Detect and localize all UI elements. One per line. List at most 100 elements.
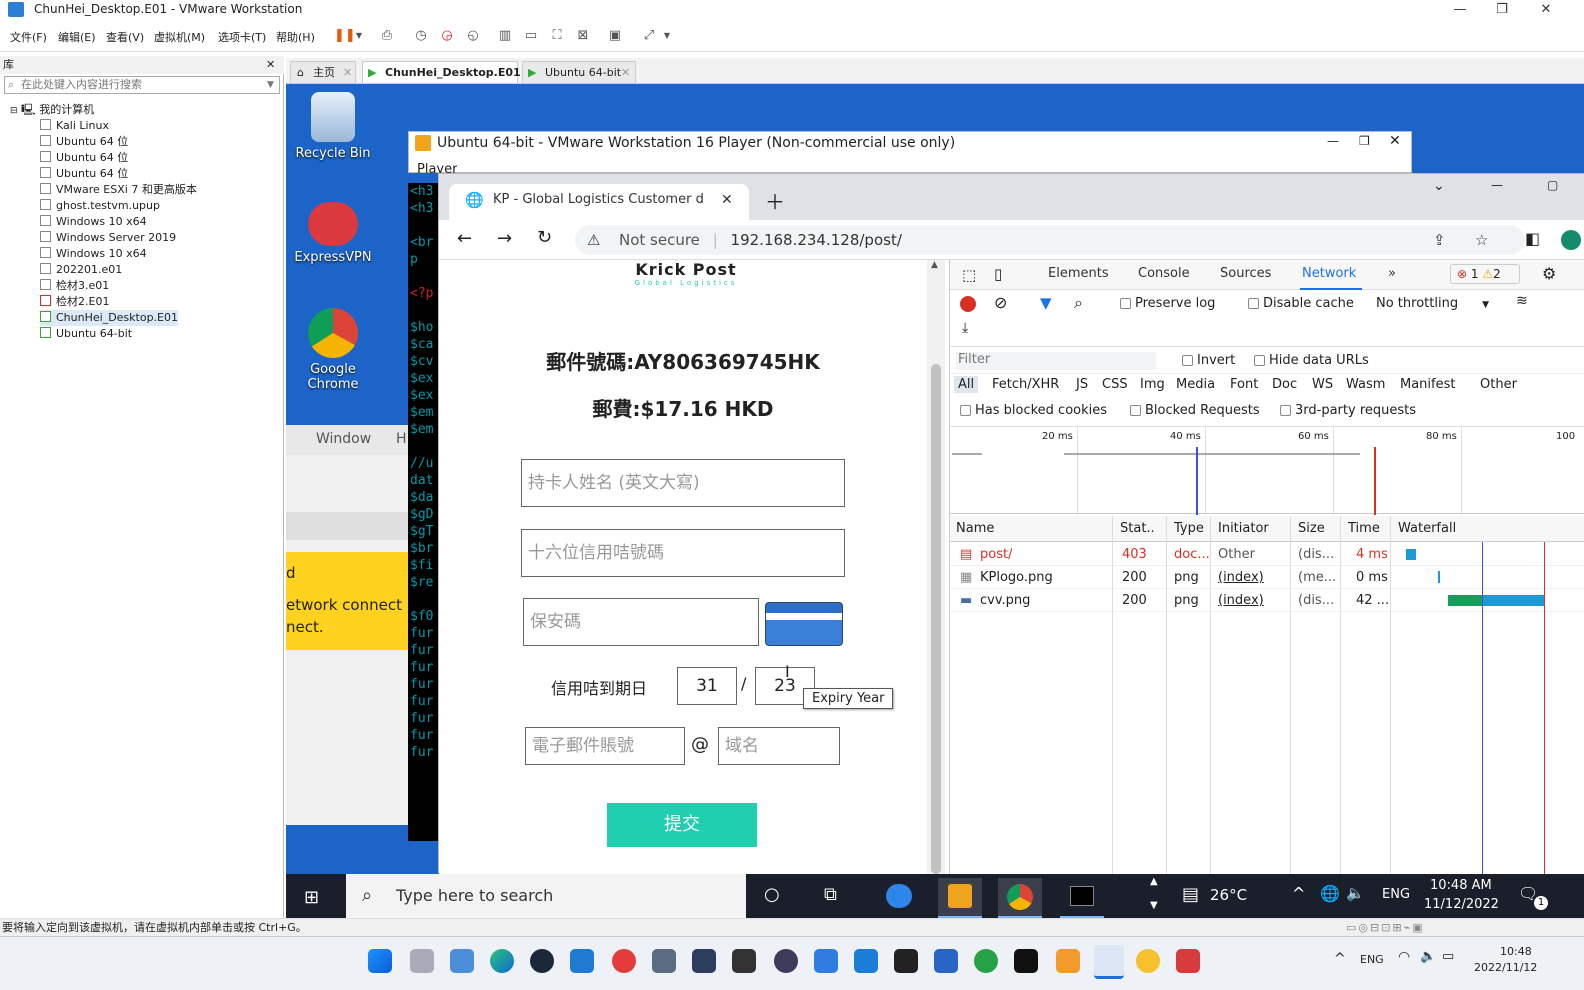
terminal-taskbar-icon[interactable] [1060,878,1104,918]
tree-item[interactable]: Ubuntu 64 位 [40,166,128,182]
powershell-icon[interactable] [692,949,716,973]
initiator-link[interactable]: (index) [1218,566,1264,589]
col-status[interactable]: Stat.. [1120,516,1155,542]
scroll-thumb[interactable] [931,364,941,874]
terminal-icon[interactable] [732,949,756,973]
tab-network[interactable]: Network [1302,266,1356,281]
close-icon[interactable]: ✕ [1526,0,1566,20]
inkscape-icon[interactable] [1014,949,1038,973]
filter-icon[interactable]: ▼ [1040,294,1052,312]
network-icon[interactable]: 🌐 [1320,884,1340,903]
desktop-icon-expressvpn[interactable]: ExpressVPN [290,202,376,265]
task-view-icon[interactable]: ⧉ [824,884,837,905]
type-filter-font[interactable]: Font [1230,377,1258,392]
taskbar-scroll-down-icon[interactable]: ▼ [1150,900,1158,911]
col-waterfall[interactable]: Waterfall [1398,516,1456,542]
more-tabs-icon[interactable]: » [1388,266,1396,281]
tree-item[interactable]: 检材3.e01 [40,278,109,294]
new-tab-icon[interactable]: ＋ [765,186,785,215]
restore-icon[interactable]: ❐ [1482,0,1522,20]
tree-item[interactable]: Ubuntu 64 位 [40,134,128,150]
wifi-icon[interactable]: ◠ [1398,949,1410,965]
app-blue-icon[interactable] [814,949,838,973]
col-name[interactable]: Name [956,516,994,542]
expiry-month-input[interactable]: 31 [677,667,737,705]
news-weather-icon[interactable]: ▤ [1182,884,1199,905]
obs-icon[interactable] [774,949,798,973]
email-domain-input[interactable]: 域名 [718,727,840,765]
search-icon[interactable]: ⌕ [1074,293,1083,313]
forward-icon[interactable]: → [497,228,512,249]
volume-muted-icon[interactable]: 🔈 [1420,949,1436,964]
type-filter-fetch-xhr[interactable]: Fetch/XHR [992,377,1059,392]
thumbnail-view-icon[interactable]: ▭ [522,27,540,45]
tab-search-icon[interactable]: ⌄ [1433,178,1445,194]
library-view-icon[interactable]: ▥ [496,27,514,45]
app-red-icon[interactable] [1176,949,1200,973]
tab-console[interactable]: Console [1138,266,1190,281]
tab-home[interactable]: ⌂ 主页 ✕ [290,61,356,83]
invert-checkbox[interactable]: Invert [1182,353,1235,368]
menu-help[interactable]: 帮助(H) [276,29,315,45]
close-icon[interactable]: ✕ [1389,133,1401,149]
submit-button[interactable]: 提交 [607,803,757,847]
tab-close-icon[interactable]: ✕ [621,62,630,84]
inspect-element-icon[interactable]: ⬚ [962,266,976,284]
record-icon[interactable] [960,296,976,312]
search-dropdown-icon[interactable]: ▼ [267,77,274,93]
typora-icon[interactable] [894,949,918,973]
menu-help[interactable]: H [396,431,407,447]
minimize-icon[interactable]: — [1327,134,1339,148]
tree-item[interactable]: Windows Server 2019 [40,230,176,246]
card-number-input[interactable]: 十六位信用咭號碼 [521,529,845,577]
fullscreen-icon[interactable]: ⛶ [548,27,566,45]
settings-gear-icon[interactable]: ⚙ [1542,264,1556,283]
col-initiator[interactable]: Initiator [1218,516,1269,542]
tree-item[interactable]: Ubuntu 64 位 [40,150,128,166]
minimize-icon[interactable]: — [1491,178,1503,192]
side-panel-icon[interactable]: ◧ [1525,229,1540,248]
menu-edit[interactable]: 编辑(E) [58,29,96,45]
disable-cache-checkbox[interactable]: Disable cache [1248,296,1354,311]
terminal-window[interactable]: <h3 <h3 <br p <?p $ho $ca $cv $ex $ex $e… [408,183,440,841]
menu-window[interactable]: Window [316,431,371,447]
third-party-checkbox[interactable]: 3rd-party requests [1280,403,1416,418]
language-indicator[interactable]: ENG [1382,887,1410,902]
tree-item[interactable]: Windows 10 x64 [40,214,147,230]
minimize-icon[interactable]: — [1440,0,1480,20]
tree-item[interactable]: 202201.e01 [40,262,122,278]
library-search-input[interactable]: ⌕ 在此处键入内容进行搜索 ▼ [4,76,280,94]
table-row[interactable]: ▦ KPlogo.png 200 png (index) (me... 0 ms [950,566,1584,589]
photos-icon[interactable] [450,949,474,973]
revert-snapshot-icon[interactable]: ◶ [438,27,456,45]
chrome-taskbar-icon[interactable] [998,878,1042,918]
tray-chevron-icon[interactable]: ^ [1292,884,1305,903]
type-filter-js[interactable]: JS [1076,377,1088,392]
blocked-cookies-checkbox[interactable]: Has blocked cookies [960,403,1107,418]
reload-icon[interactable]: ↻ [537,227,552,248]
menu-tabs[interactable]: 选项卡(T) [218,29,266,45]
virtualbox-icon[interactable] [652,949,676,973]
word-icon[interactable] [934,949,958,973]
baidu-paw-icon[interactable] [1136,949,1160,973]
maximize-icon[interactable]: ▢ [1547,178,1558,192]
tree-item[interactable]: ghost.testvm.upup [40,198,160,214]
menu-file[interactable]: 文件(F) [10,29,47,45]
tab-elements[interactable]: Elements [1048,266,1109,281]
device-toolbar-icon[interactable]: ▯ [994,265,1002,283]
windows-start-icon[interactable] [368,949,392,973]
profile-icon[interactable] [1561,230,1581,250]
col-size[interactable]: Size [1298,516,1325,542]
taskbar-search-box[interactable]: ⌕ Type here to search [346,874,746,918]
tree-root[interactable]: ⊟ 🖳 我的计算机 [10,102,94,118]
tree-item[interactable]: VMware ESXi 7 和更高版本 [40,182,197,198]
library-close-icon[interactable]: ✕ [266,56,275,74]
vscode-icon[interactable] [570,949,594,973]
email-account-input[interactable]: 電子郵件賬號 [525,727,685,765]
table-row[interactable]: ▬ cvv.png 200 png (index) (dis... 42 ... [950,589,1584,612]
address-bar[interactable]: ⚠ Not secure | 192.168.234.128/post/ ⇪ ☆ [575,225,1525,255]
host-clock-time[interactable]: 10:48 [1500,945,1532,958]
type-filter-manifest[interactable]: Manifest [1400,377,1455,392]
type-filter-img[interactable]: Img [1140,377,1165,392]
snapshot-icon[interactable]: ◷ [412,27,430,45]
